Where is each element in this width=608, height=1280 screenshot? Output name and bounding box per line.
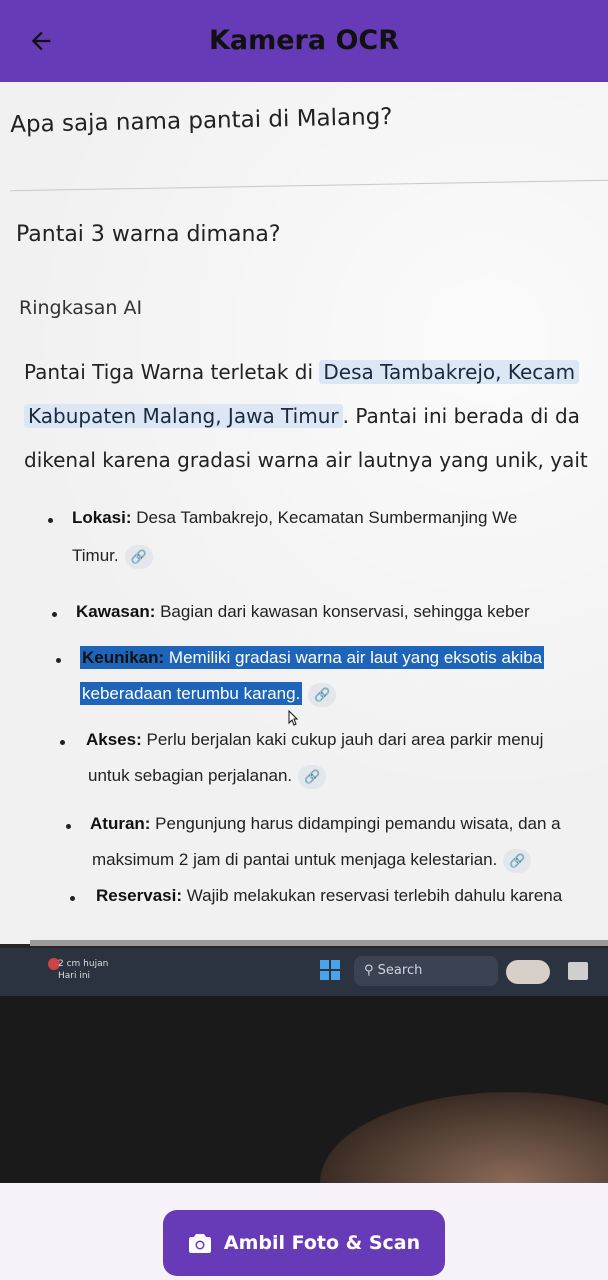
link-icon[interactable]: 🔗 xyxy=(124,544,153,569)
taskbar-search[interactable]: ⚲ Search xyxy=(354,956,498,986)
list-item: Aturan: Pengunjung harus didampingi pema… xyxy=(90,806,561,842)
list-item-label: Lokasi: xyxy=(72,508,132,527)
list-item-label: Keunikan: xyxy=(82,648,165,667)
search-question-2: Pantai 3 warna dimana? xyxy=(16,222,281,247)
list-item-text: Pengunjung harus didampingi pemandu wisa… xyxy=(150,814,561,833)
para-line2-suffix: . Pantai ini berada di da xyxy=(342,404,580,428)
list-item-text: Wajib melakukan reservasi terlebih dahul… xyxy=(182,886,563,905)
bullet xyxy=(70,896,75,901)
list-item-selected: Keunikan: Memiliki gradasi warna air lau… xyxy=(80,640,545,676)
bullet xyxy=(66,824,71,829)
ai-summary-paragraph: Pantai Tiga Warna terletak di Desa Tamba… xyxy=(24,350,608,482)
list-item-label: Aturan: xyxy=(90,814,151,833)
bullet xyxy=(52,612,57,617)
link-icon[interactable]: 🔗 xyxy=(308,682,337,707)
laptop-screen: Apa saja nama pantai di Malang? Pantai 3… xyxy=(0,82,608,946)
bullet xyxy=(48,518,53,523)
list-item-cont-text: maksimum 2 jam di pantai untuk menjaga k… xyxy=(92,850,498,869)
page-title: Kamera OCR xyxy=(208,25,400,56)
list-item-cont: untuk sebagian perjalanan. 🔗 xyxy=(88,758,327,794)
list-item-cont: maksimum 2 jam di pantai untuk menjaga k… xyxy=(92,842,532,878)
weather-line2: Hari ini xyxy=(58,971,91,981)
list-item-label: Reservasi: xyxy=(96,886,183,905)
bullet xyxy=(60,740,65,745)
ai-summary-label: Ringkasan AI xyxy=(19,297,143,319)
list-item: Akses: Perlu berjalan kaki cukup jauh da… xyxy=(86,722,543,758)
para-line1-highlight: Desa Tambakrejo, Kecam xyxy=(319,360,580,384)
windows-start-icon[interactable] xyxy=(320,960,340,980)
weather-line1: 2 cm hujan xyxy=(58,959,109,969)
weather-widget[interactable]: 2 cm hujan Hari ini xyxy=(58,958,108,982)
taskbar-search-label: Search xyxy=(377,963,423,978)
list-item-text: Perlu berjalan kaki cukup jauh dari area… xyxy=(141,730,544,749)
horizontal-scrollbar[interactable] xyxy=(30,940,608,946)
app-bar: Kamera OCR xyxy=(0,0,608,82)
taskbar-app-icon[interactable] xyxy=(506,960,550,984)
divider xyxy=(10,179,608,192)
list-item-text: Memiliki gradasi warna air laut yang eks… xyxy=(164,648,543,667)
list-item-text: Desa Tambakrejo, Kecamatan Sumbermanjing… xyxy=(131,508,518,527)
camera-icon xyxy=(188,1234,211,1253)
list-item-cont-text: Timur. xyxy=(72,546,119,565)
list-item-label: Kawasan: xyxy=(76,602,156,621)
search-icon: ⚲ xyxy=(364,963,374,978)
list-item-label: Akses: xyxy=(86,730,142,749)
para-line2-highlight: Kabupaten Malang, Jawa Timur xyxy=(24,404,343,428)
camera-photo: Apa saja nama pantai di Malang? Pantai 3… xyxy=(0,82,608,1183)
list-item: Lokasi: Desa Tambakrejo, Kecamatan Sumbe… xyxy=(72,500,517,536)
scan-button-label: Ambil Foto & Scan xyxy=(223,1232,421,1254)
take-photo-scan-button[interactable]: Ambil Foto & Scan xyxy=(163,1210,445,1276)
list-item-cont-text: keberadaan terumbu karang. xyxy=(80,682,303,705)
bullet xyxy=(56,658,61,663)
list-item: Reservasi: Wajib melakukan reservasi ter… xyxy=(96,878,562,914)
list-item-cont: keberadaan terumbu karang. 🔗 xyxy=(80,676,337,712)
link-icon[interactable]: 🔗 xyxy=(503,848,532,873)
list-item-cont-text: untuk sebagian perjalanan. xyxy=(88,766,293,785)
list-item-text: Bagian dari kawasan konservasi, sehingga… xyxy=(155,602,530,621)
list-item: Kawasan: Bagian dari kawasan konservasi,… xyxy=(76,594,530,630)
search-question-1: Apa saja nama pantai di Malang? xyxy=(10,103,393,138)
mouse-cursor-icon xyxy=(288,710,298,726)
link-icon[interactable]: 🔗 xyxy=(298,764,327,789)
windows-taskbar: 2 cm hujan Hari ini ⚲ Search xyxy=(0,948,608,996)
taskbar-app-icon[interactable] xyxy=(568,962,588,980)
para-line1-prefix: Pantai Tiga Warna terletak di xyxy=(24,360,320,384)
para-line3: dikenal karena gradasi warna air lautnya… xyxy=(24,448,588,472)
list-item-cont: Timur. 🔗 xyxy=(72,538,153,574)
